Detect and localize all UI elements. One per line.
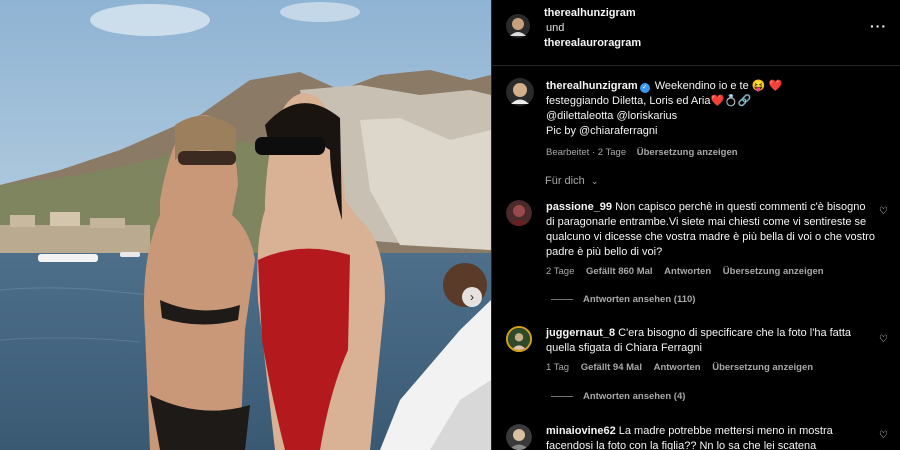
commenter-avatar[interactable] <box>506 326 532 352</box>
post-header: therealhunzigram und therealauroragram ·… <box>492 0 900 66</box>
comment-reply-button[interactable]: Antworten <box>664 266 711 277</box>
caption-line-2: festeggiando Diletta, Loris ed Aria❤️💍🔗 <box>546 95 752 107</box>
caption-line-1: Weekendino io e te 😝 ❤️ <box>654 80 783 92</box>
comment-username[interactable]: minaiovine62 <box>546 425 616 437</box>
collab-username-link[interactable]: therealauroragram <box>544 37 641 49</box>
for-you-label: Für dich <box>545 175 585 187</box>
heart-outline-icon[interactable]: ♡ <box>879 430 888 441</box>
view-replies-button[interactable]: Antworten ansehen (4) <box>551 391 685 402</box>
for-you-filter[interactable]: Für dich ⌄ <box>545 175 598 187</box>
comment-reply-button[interactable]: Antworten <box>654 362 701 373</box>
comment-translate-button[interactable]: Übersetzung anzeigen <box>712 362 813 373</box>
view-replies-button[interactable]: Antworten ansehen (110) <box>551 294 695 305</box>
heart-outline-icon[interactable]: ♡ <box>879 334 888 345</box>
author-username-link[interactable]: therealhunzigram <box>544 7 636 19</box>
caption-line-4: Pic by @chiaraferragni <box>546 125 658 137</box>
verified-badge-icon: ✓ <box>639 83 650 93</box>
comment-username[interactable]: juggernaut_8 <box>546 327 615 339</box>
comment-age: 2 Tage <box>546 266 575 277</box>
commenter-avatar[interactable] <box>506 424 532 450</box>
comment-age: 1 Tag <box>546 362 570 373</box>
more-horizontal-icon[interactable]: ··· <box>870 18 887 34</box>
caption-username[interactable]: therealhunzigram <box>546 80 638 92</box>
comment-likes[interactable]: Gefällt 94 Mal <box>581 362 642 373</box>
comment-username[interactable]: passione_99 <box>546 201 612 213</box>
collab-connector: und <box>546 22 565 34</box>
caption-edited-time: Bearbeitet · 2 Tage <box>546 147 627 158</box>
heart-outline-icon[interactable]: ♡ <box>879 206 888 217</box>
caption-translate-button[interactable]: Übersetzung anzeigen <box>637 147 738 158</box>
comments-panel: therealhunzigram und therealauroragram ·… <box>491 0 900 450</box>
caption-avatar[interactable] <box>506 78 534 106</box>
photo-image <box>0 0 491 450</box>
comment-translate-button[interactable]: Übersetzung anzeigen <box>723 266 824 277</box>
comment-likes[interactable]: Gefällt 860 Mal <box>586 266 653 277</box>
next-image-button[interactable]: › <box>462 287 482 307</box>
caption-line-3[interactable]: @dilettaleotta @loriskarius <box>546 109 886 124</box>
chevron-right-icon: › <box>470 290 474 304</box>
author-avatar[interactable] <box>506 14 530 38</box>
post-photo[interactable]: › <box>0 0 491 450</box>
chevron-down-icon: ⌄ <box>590 176 599 186</box>
commenter-avatar[interactable] <box>506 200 532 226</box>
